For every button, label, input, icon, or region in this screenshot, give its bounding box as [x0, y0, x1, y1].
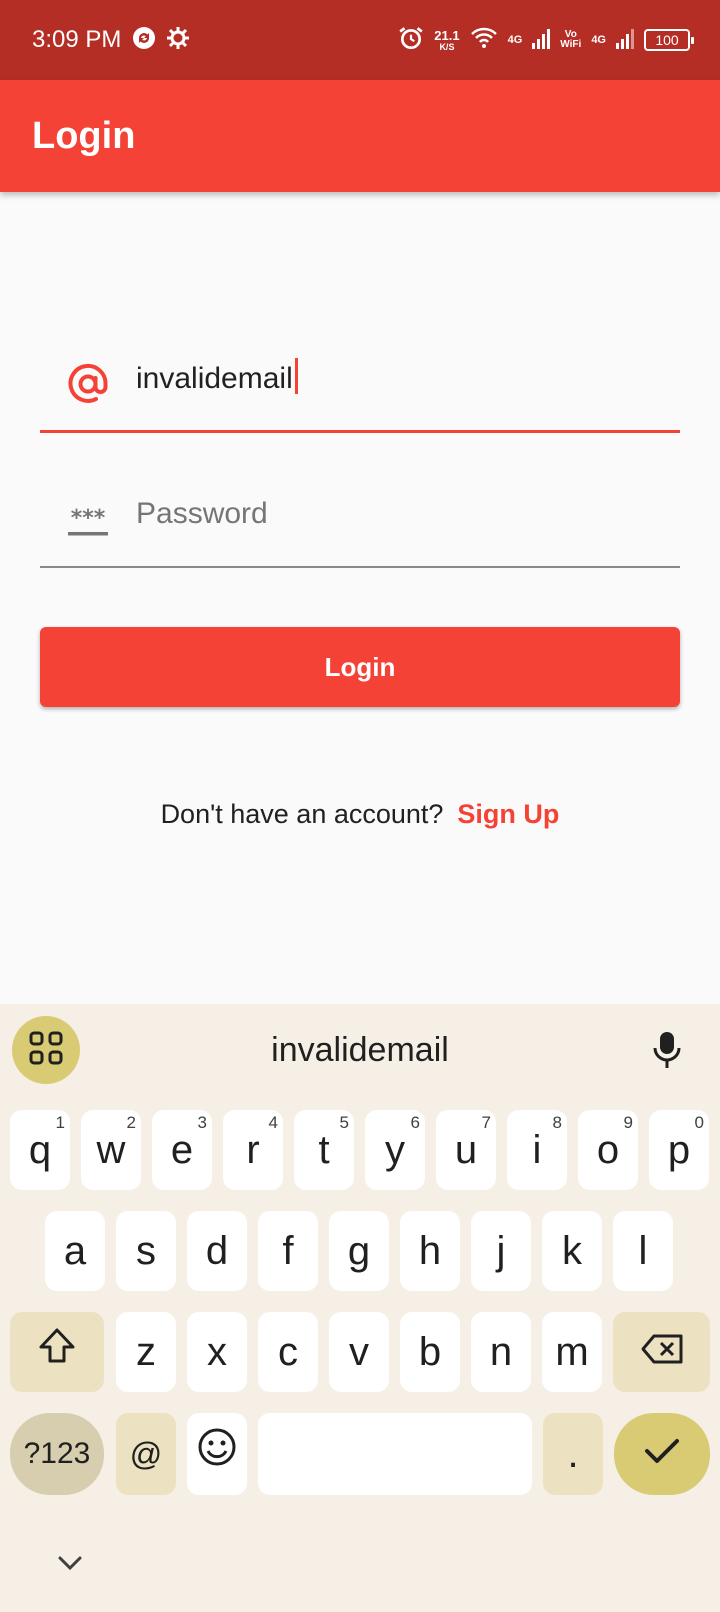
- key-y[interactable]: y6: [365, 1110, 425, 1190]
- key-label: q: [28, 1128, 52, 1172]
- key-number-hint: 2: [126, 1113, 136, 1132]
- key-u[interactable]: u7: [436, 1110, 496, 1190]
- key-label: u: [454, 1128, 478, 1172]
- hide-keyboard-chevron-down-icon[interactable]: [56, 1554, 84, 1577]
- network-speed-unit: K/S: [439, 41, 455, 52]
- email-field[interactable]: invalidemail: [40, 340, 680, 433]
- key-number-hint: 5: [339, 1113, 349, 1132]
- period-key[interactable]: .: [543, 1413, 603, 1495]
- settings-gear-icon: [166, 26, 190, 55]
- status-time: 3:09 PM: [32, 26, 122, 53]
- network-speed-value: 21.1: [434, 27, 460, 43]
- vowifi-indicator: Vo WiFi: [560, 30, 581, 50]
- signal-strength-icon: [616, 27, 634, 54]
- shift-key[interactable]: [10, 1312, 104, 1392]
- key-label: y: [385, 1128, 405, 1172]
- keyboard-apps-button[interactable]: [12, 1016, 80, 1084]
- sim2-network-type: 4G: [591, 34, 606, 46]
- key-label: w: [96, 1128, 126, 1172]
- key-label: p: [667, 1128, 691, 1172]
- network-speed: 21.1 K/S: [434, 29, 459, 52]
- key-b[interactable]: b: [400, 1312, 460, 1392]
- key-label: i: [532, 1128, 542, 1172]
- password-input[interactable]: Password: [136, 494, 268, 534]
- key-p[interactable]: p0: [649, 1110, 709, 1190]
- shift-arrow-icon: [37, 1312, 77, 1392]
- key-k[interactable]: k: [542, 1211, 602, 1291]
- key-i[interactable]: i8: [507, 1110, 567, 1190]
- email-value: invalidemail: [136, 362, 293, 395]
- sync-icon: [132, 26, 156, 55]
- keyboard-suggestion-bar: invalidemail: [0, 1004, 720, 1102]
- alarm-icon: [398, 25, 424, 56]
- key-g[interactable]: g: [329, 1211, 389, 1291]
- key-number-hint: 8: [552, 1113, 562, 1132]
- status-right-icons: 21.1 K/S 4G Vo WiFi 4G 100: [398, 22, 694, 58]
- page-title: Login: [32, 115, 136, 157]
- key-number-hint: 0: [694, 1113, 704, 1132]
- email-input[interactable]: invalidemail: [136, 358, 298, 399]
- key-l[interactable]: l: [613, 1211, 673, 1291]
- key-number-hint: 1: [55, 1113, 65, 1132]
- key-v[interactable]: v: [329, 1312, 389, 1392]
- key-label: o: [596, 1128, 620, 1172]
- text-cursor: [294, 358, 298, 394]
- soft-keyboard: invalidemail: [0, 1004, 720, 1612]
- at-key[interactable]: @: [116, 1413, 176, 1495]
- app-bar: Login: [0, 80, 720, 192]
- svg-text:***: ***: [71, 506, 106, 531]
- key-o[interactable]: o9: [578, 1110, 638, 1190]
- status-bar: 3:09 PM 21.1 K/S 4G Vo WiFi 4G 100: [0, 0, 720, 80]
- spacebar-key[interactable]: [258, 1413, 532, 1495]
- at-sign-icon: [66, 362, 110, 411]
- vowifi-line2: WiFi: [560, 39, 582, 50]
- microphone-icon[interactable]: [652, 1030, 682, 1075]
- grid-icon: [29, 1031, 63, 1070]
- key-h[interactable]: h: [400, 1211, 460, 1291]
- key-w[interactable]: w2: [81, 1110, 141, 1190]
- enter-key[interactable]: [614, 1413, 710, 1495]
- signup-link[interactable]: Sign Up: [457, 799, 559, 829]
- key-s[interactable]: s: [116, 1211, 176, 1291]
- key-label: t: [318, 1128, 330, 1172]
- sim1-network-type: 4G: [507, 34, 523, 46]
- key-t[interactable]: t5: [294, 1110, 354, 1190]
- key-z[interactable]: z: [116, 1312, 176, 1392]
- key-r[interactable]: r4: [223, 1110, 283, 1190]
- backspace-key[interactable]: [613, 1312, 710, 1392]
- password-field[interactable]: *** Password: [40, 478, 680, 568]
- signup-prompt: Don't have an account?: [160, 799, 444, 829]
- key-x[interactable]: x: [187, 1312, 247, 1392]
- key-e[interactable]: e3: [152, 1110, 212, 1190]
- status-left-icons: [132, 26, 190, 55]
- checkmark-icon: [642, 1414, 682, 1494]
- login-button[interactable]: Login: [40, 627, 680, 707]
- key-a[interactable]: a: [45, 1211, 105, 1291]
- key-number-hint: 9: [623, 1113, 633, 1132]
- key-m[interactable]: m: [542, 1312, 602, 1392]
- backspace-icon: [640, 1312, 684, 1392]
- emoji-smiley-icon: [197, 1414, 237, 1494]
- key-j[interactable]: j: [471, 1211, 531, 1291]
- password-icon: ***: [66, 506, 110, 545]
- suggestion-chip[interactable]: invalidemail: [100, 1028, 620, 1072]
- key-label: e: [170, 1128, 194, 1172]
- key-d[interactable]: d: [187, 1211, 247, 1291]
- key-label: r: [246, 1128, 260, 1172]
- symbols-key[interactable]: ?123: [10, 1413, 104, 1495]
- key-n[interactable]: n: [471, 1312, 531, 1392]
- key-f[interactable]: f: [258, 1211, 318, 1291]
- key-number-hint: 3: [197, 1113, 207, 1132]
- key-c[interactable]: c: [258, 1312, 318, 1392]
- signal-strength-icon: [532, 27, 551, 54]
- wifi-icon: [470, 26, 498, 55]
- battery-indicator: 100: [644, 29, 694, 51]
- key-number-hint: 7: [481, 1113, 491, 1132]
- emoji-key[interactable]: [187, 1413, 247, 1495]
- key-q[interactable]: q1: [10, 1110, 70, 1190]
- key-number-hint: 6: [410, 1113, 420, 1132]
- key-number-hint: 4: [268, 1113, 278, 1132]
- signup-row: Don't have an account? Sign Up: [0, 796, 720, 832]
